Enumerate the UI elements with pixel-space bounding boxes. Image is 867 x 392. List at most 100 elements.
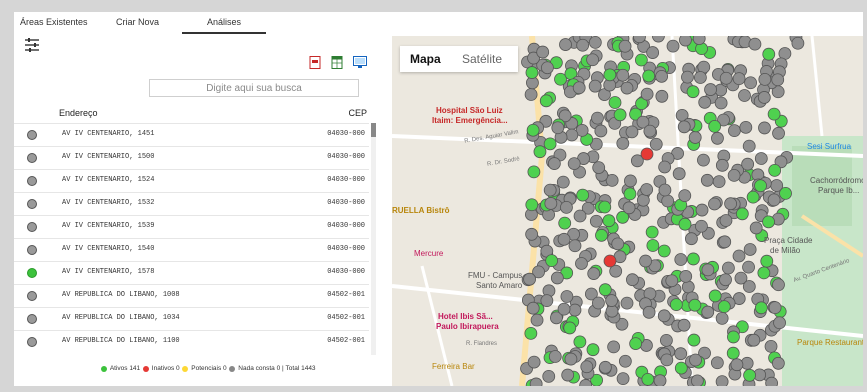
map-marker[interactable] [580,360,594,374]
map-marker[interactable] [724,197,737,211]
map-marker[interactable] [742,260,755,274]
map-marker[interactable] [618,354,632,368]
map-marker[interactable] [719,71,733,85]
map-marker[interactable] [742,280,756,293]
column-header-address[interactable]: Endereço [59,108,98,118]
map-marker[interactable] [573,335,587,349]
map-marker[interactable] [542,369,556,383]
map-marker[interactable] [767,193,781,207]
map-marker[interactable] [653,374,667,386]
map-marker[interactable] [689,353,702,367]
map-marker[interactable] [748,37,762,51]
table-row[interactable]: AV REPUBLICA DO LIBANO, 1034 04502-001 [14,307,369,330]
map-marker[interactable] [618,39,632,53]
map-marker[interactable] [754,179,767,193]
map-marker[interactable] [568,239,582,253]
map-marker[interactable] [560,200,573,214]
map-marker[interactable] [563,321,577,335]
map-marker[interactable] [527,355,541,369]
map-marker[interactable] [732,249,746,263]
map-marker[interactable] [739,120,753,134]
map-marker[interactable] [616,137,630,150]
map-marker[interactable] [568,303,582,317]
list-scrollbar[interactable] [371,123,376,355]
map-marker[interactable] [646,239,660,252]
map-marker[interactable] [543,137,557,151]
map-marker[interactable] [598,200,612,214]
map-type-satellite-button[interactable]: Satélite [462,52,502,66]
map-marker[interactable] [732,72,746,86]
tab-criar-nova[interactable]: Criar Nova [116,17,159,27]
map-marker[interactable] [588,36,602,49]
map-marker[interactable] [572,81,586,95]
map-marker[interactable] [603,68,617,82]
map-marker[interactable] [658,160,672,174]
map-marker[interactable] [711,131,724,145]
map-marker[interactable] [548,350,562,363]
map-marker[interactable] [550,271,564,285]
map-marker[interactable] [626,273,639,287]
table-row[interactable]: AV REPUBLICA DO LIBANO, 1100 04502-001 [14,330,369,353]
map-marker[interactable] [587,267,601,280]
map-marker[interactable] [674,253,688,266]
map-marker[interactable] [640,183,654,196]
map-marker[interactable] [616,372,630,386]
map-marker[interactable] [710,356,724,370]
map-marker[interactable] [529,377,543,386]
map-marker[interactable] [690,374,704,386]
table-row[interactable]: AV IV CENTENARIO, 1451 04030-000 [14,123,369,146]
map-marker[interactable] [559,38,572,51]
monitor-icon[interactable] [353,56,367,69]
map-marker[interactable] [636,193,650,207]
map-marker[interactable] [544,197,558,210]
map-marker[interactable] [592,161,606,174]
map-marker[interactable] [607,340,621,354]
map-marker[interactable] [764,340,778,353]
map-marker[interactable] [693,71,707,84]
map-marker[interactable] [708,197,721,211]
map-marker[interactable] [540,61,554,75]
map-marker[interactable] [768,301,782,315]
map-marker[interactable] [625,125,639,139]
map-marker[interactable] [588,79,602,93]
map-marker[interactable] [603,254,617,268]
map-marker[interactable] [669,298,683,312]
map-marker[interactable] [629,337,643,350]
map-marker[interactable] [575,257,588,270]
map-marker[interactable] [530,313,544,327]
map-marker[interactable] [605,304,619,318]
map-marker[interactable] [643,124,657,138]
map-marker[interactable] [735,207,749,221]
map-marker[interactable] [779,186,792,200]
map-marker[interactable] [686,252,700,266]
map-marker[interactable] [791,36,805,50]
sliders-icon[interactable] [24,37,40,53]
map-marker[interactable] [525,66,539,79]
map-type-map-button[interactable]: Mapa [410,52,441,66]
map-marker[interactable] [613,108,627,122]
map-marker[interactable] [646,46,660,59]
map-marker[interactable] [758,72,772,86]
map-marker[interactable] [738,89,751,102]
map-marker[interactable] [714,96,728,110]
column-header-cep[interactable]: CEP [348,108,367,118]
search-input[interactable] [149,79,359,97]
map-marker[interactable] [525,198,539,212]
map-marker[interactable] [741,157,755,171]
map-marker[interactable] [719,273,732,287]
map-marker[interactable] [773,316,786,330]
map-marker[interactable] [715,311,729,325]
map-marker[interactable] [717,300,731,314]
map-marker[interactable] [772,278,785,292]
map-marker[interactable] [743,368,756,382]
map-marker[interactable] [666,39,680,53]
map-marker[interactable] [645,225,659,239]
map-marker[interactable] [558,216,572,230]
map-marker[interactable] [591,296,605,310]
map-marker[interactable] [718,235,732,249]
map-marker[interactable] [742,139,756,153]
map-marker[interactable] [576,38,590,52]
map-marker[interactable] [679,36,692,47]
map-marker[interactable] [623,187,637,201]
map-marker[interactable] [685,232,698,246]
